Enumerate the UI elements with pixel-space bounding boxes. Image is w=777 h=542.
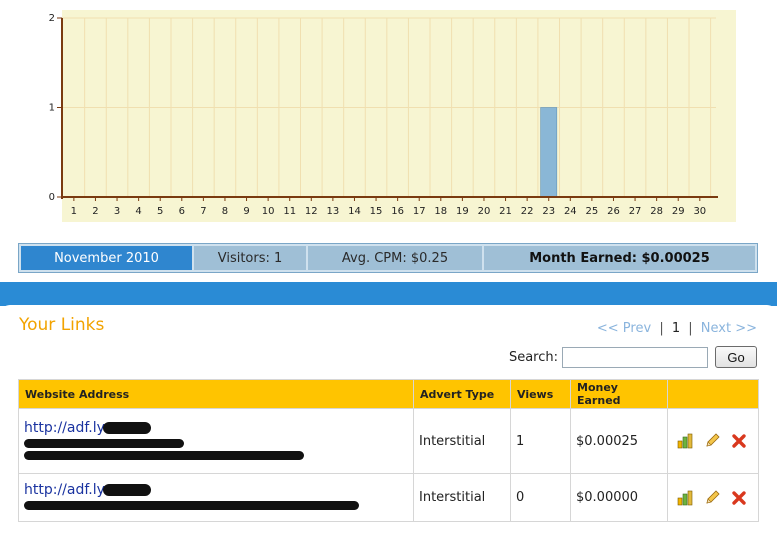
x-tick-label: 2 — [92, 206, 98, 217]
link-url[interactable]: http://adf.ly — [24, 420, 408, 436]
y-tick-label: 2 — [49, 13, 55, 24]
month-stats-bar: November 2010 Visitors: 1 Avg. CPM: $0.2… — [18, 243, 758, 273]
col-actions — [667, 379, 759, 409]
x-tick-label: 16 — [391, 206, 404, 217]
chart-svg: 0121 2 3 4 5 6 7 8 9 10 11 12 13 14 15 16 17 18 19 20 21 22 23… — [49, 10, 736, 222]
x-tick-label: 25 — [586, 206, 599, 217]
x-tick-label: 4 — [135, 206, 141, 217]
x-tick-label: 7 — [200, 206, 206, 217]
x-tick-label: 17 — [413, 206, 426, 217]
x-tick-label: 20 — [478, 206, 491, 217]
current-page: 1 — [671, 321, 681, 336]
go-button[interactable]: Go — [715, 346, 757, 368]
next-page-link[interactable]: Next >> — [701, 321, 757, 336]
advert-type-cell: Interstitial — [413, 473, 511, 522]
x-tick-label: 6 — [179, 206, 185, 217]
col-website-address[interactable]: Website Address — [18, 379, 414, 409]
links-title: Your Links — [19, 315, 105, 335]
pagination: << Prev | 1 | Next >> — [597, 321, 757, 336]
daily-views-chart: 0 1 2 1 2 3 4 5 6 7 8 9 10 11 12 13 14 15 16 17 18 19 20 21 22 23… — [46, 10, 736, 222]
stats-icon[interactable] — [677, 490, 693, 506]
x-tick-label: 27 — [629, 206, 642, 217]
x-tick-label: 19 — [456, 206, 469, 217]
y-tick-label: 1 — [49, 103, 55, 114]
actions-cell — [667, 473, 759, 522]
y-tick-label: 0 — [49, 192, 55, 203]
section-divider — [0, 282, 777, 306]
x-tick-label: 30 — [693, 206, 706, 217]
stats-panel: 0 1 2 1 2 3 4 5 6 7 8 9 10 11 12 13 14 15 16 17 18 19 20 21 22 23… — [0, 0, 777, 292]
search-row: Search: Go — [509, 346, 757, 368]
money-earned-cell: $0.00000 — [570, 473, 668, 522]
x-tick-label: 18 — [434, 206, 447, 217]
x-tick-label: 15 — [370, 206, 383, 217]
x-tick-label: 14 — [348, 206, 361, 217]
x-tick-label: 28 — [650, 206, 663, 217]
advert-type-cell: Interstitial — [413, 408, 511, 474]
redaction-mark — [24, 450, 304, 460]
delete-icon[interactable] — [731, 490, 747, 506]
x-tick-label: 8 — [222, 206, 228, 217]
table-row: http://adf.ly Interstitial 1 $0.00025 — [18, 408, 759, 474]
edit-icon[interactable] — [704, 433, 720, 449]
x-tick-label: 9 — [243, 206, 249, 217]
search-input[interactable] — [562, 346, 708, 368]
pager-separator: | — [659, 321, 664, 336]
money-earned-cell: $0.00025 — [570, 408, 668, 474]
prev-page-link[interactable]: << Prev — [597, 321, 651, 336]
x-tick-label: 3 — [114, 206, 120, 217]
redaction-mark — [102, 484, 151, 496]
table-row: http://adf.ly Interstitial 0 $0.00000 — [18, 473, 759, 522]
x-tick-label: 29 — [672, 206, 685, 217]
x-tick-label: 26 — [607, 206, 620, 217]
col-views[interactable]: Views — [510, 379, 571, 409]
x-tick-label: 10 — [262, 206, 275, 217]
x-tick-label: 21 — [499, 206, 512, 217]
redaction-mark — [24, 438, 184, 448]
redaction-mark — [24, 501, 359, 510]
table-header-row: Website Address Advert Type Views Money … — [18, 379, 759, 409]
actions-cell — [667, 408, 759, 474]
month-selector[interactable]: November 2010 — [21, 246, 192, 270]
links-table: Website Address Advert Type Views Money … — [18, 379, 759, 522]
views-cell: 0 — [510, 473, 571, 522]
x-tick-label: 1 — [71, 206, 77, 217]
col-advert-type[interactable]: Advert Type — [413, 379, 511, 409]
x-tick-label: 24 — [564, 206, 577, 217]
views-cell: 1 — [510, 408, 571, 474]
search-label: Search: — [508, 349, 558, 365]
redaction-mark — [102, 421, 151, 434]
x-tick-label: 11 — [283, 206, 296, 217]
edit-icon[interactable] — [704, 489, 720, 506]
website-address-cell: http://adf.ly — [18, 473, 414, 522]
link-url[interactable]: http://adf.ly — [24, 482, 408, 498]
x-tick-label: 22 — [521, 206, 534, 217]
month-earned: Month Earned: $0.00025 — [484, 246, 755, 270]
x-tick-label: 23 — [542, 206, 555, 217]
x-tick-label: 12 — [305, 206, 318, 217]
delete-icon[interactable] — [731, 433, 747, 449]
pager-separator: | — [688, 321, 693, 336]
chart-background — [62, 10, 736, 222]
col-money-earned[interactable]: Money Earned — [570, 379, 668, 409]
visitors-count: Visitors: 1 — [194, 246, 306, 270]
x-tick-label: 5 — [157, 206, 163, 217]
website-address-cell: http://adf.ly — [18, 408, 414, 474]
x-tick-label: 13 — [327, 206, 340, 217]
bar — [540, 107, 558, 198]
stats-icon[interactable] — [677, 433, 693, 449]
avg-cpm: Avg. CPM: $0.25 — [308, 246, 482, 270]
